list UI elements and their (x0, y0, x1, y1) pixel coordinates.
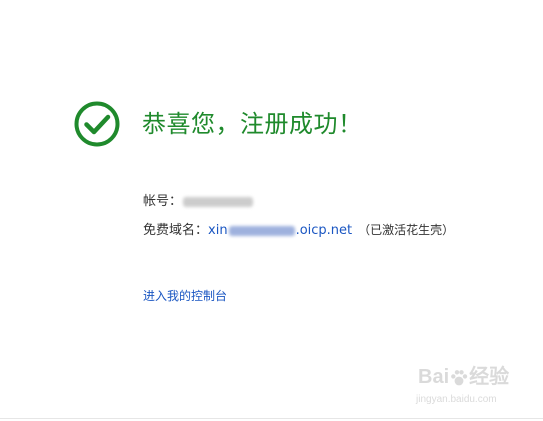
watermark-brand: Bai 经验 (418, 363, 509, 391)
domain-status: （已激活花生壳） (358, 223, 455, 237)
domain-prefix: xin (208, 223, 228, 238)
console-link[interactable]: 进入我的控制台 (143, 288, 227, 304)
watermark-brand-right: 经验 (469, 366, 510, 388)
check-circle-icon (74, 101, 120, 147)
account-label: 帐号： (143, 194, 183, 209)
paw-icon (451, 369, 468, 386)
domain-label: 免费域名： (143, 223, 209, 238)
registration-success-page: 恭喜您，注册成功！ 帐号： 免费域名：xin .oicp.net （已激活花生壳） … (0, 0, 543, 421)
domain-link[interactable]: xin .oicp.net (208, 223, 352, 238)
domain-row: 免费域名：xin .oicp.net （已激活花生壳） (143, 221, 454, 240)
watermark-url: jingyan.baidu.com (416, 394, 497, 405)
watermark-brand-left: Bai (418, 366, 450, 388)
footer-divider (0, 418, 543, 419)
domain-suffix: .oicp.net (295, 223, 353, 238)
domain-redacted (228, 225, 295, 236)
baidu-jingyan-watermark: Bai 经验 jingyan.baidu.com (414, 363, 532, 411)
success-title: 恭喜您，注册成功！ (142, 110, 363, 138)
account-row: 帐号： (143, 193, 254, 211)
account-value-redacted (183, 196, 254, 207)
